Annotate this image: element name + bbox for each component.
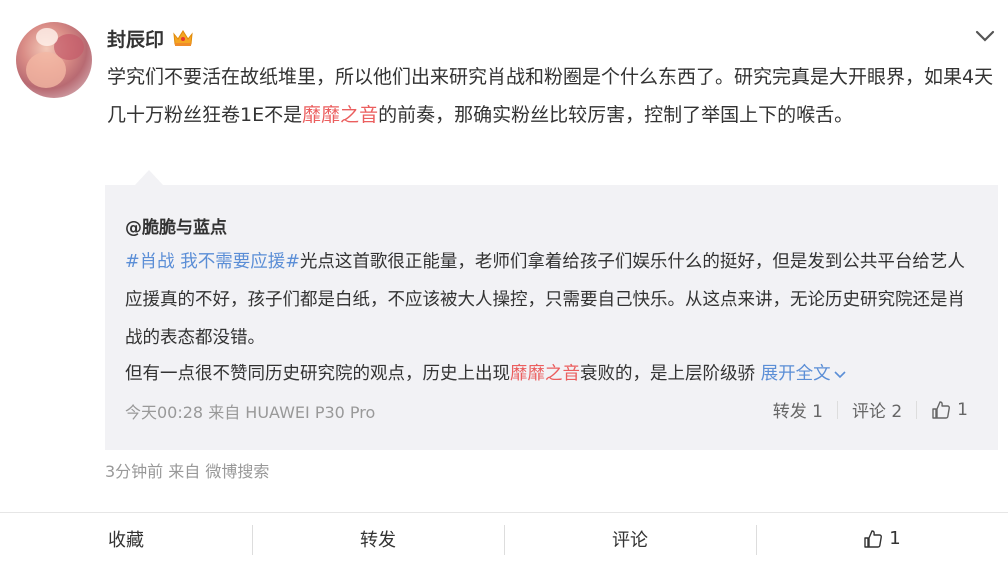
post-highlight: 靡靡之音 <box>302 104 379 126</box>
chevron-down-icon <box>834 371 846 379</box>
repost-card[interactable]: @脆脆与蓝点 #肖战 我不需要应援#光点这首歌很正能量，老师们拿着给孩子们娱乐什… <box>105 185 998 450</box>
comment-label: 评论 <box>612 529 648 551</box>
comment-button[interactable]: 评论 <box>504 513 756 564</box>
divider <box>836 400 838 419</box>
repost-line2: 但有一点很不赞同历史研究院的观点，历史上出现靡靡之音衰败的，是上层阶级骄 展开全… <box>125 355 847 393</box>
thumbs-up-icon <box>932 400 951 419</box>
crown-icon <box>172 28 194 48</box>
repost-like-count: 1 <box>957 399 968 420</box>
chevron-down-icon[interactable] <box>974 26 996 46</box>
repost-label: 转发 <box>360 529 396 551</box>
user-row: 封辰印 <box>107 23 194 53</box>
repost-arrow <box>135 170 163 185</box>
thumbs-up-icon <box>864 529 883 548</box>
post-meta: 3分钟前 来自 微博搜索 <box>105 462 270 481</box>
action-bar: 收藏 转发 评论 1 <box>0 512 1008 564</box>
avatar[interactable] <box>16 22 92 98</box>
repost-forward-button[interactable]: 转发 1 <box>773 397 823 422</box>
repost-button[interactable]: 转发 <box>252 513 504 564</box>
like-count: 1 <box>889 528 901 549</box>
post-text: 学究们不要活在故纸堆里，所以他们出来研究肖战和粉圈是个什么东西了。研究完真是大开… <box>107 58 997 134</box>
like-button[interactable]: 1 <box>756 513 1008 564</box>
repost-line2-text: 衰败的，是上层阶级骄 <box>580 364 755 384</box>
repost-actions: 转发 1 评论 2 1 <box>773 397 968 423</box>
repost-meta: 今天00:28 来自 HUAWEI P30 Pro <box>125 403 376 422</box>
avatar-shape <box>54 34 84 60</box>
favorite-label: 收藏 <box>108 529 144 551</box>
repost-author[interactable]: @脆脆与蓝点 <box>125 213 227 238</box>
expand-link[interactable]: 展开全文 <box>761 364 847 384</box>
favorite-button[interactable]: 收藏 <box>0 513 252 564</box>
repost-highlight: 靡靡之音 <box>510 364 580 384</box>
avatar-shape <box>36 28 58 46</box>
divider <box>916 400 918 419</box>
repost-comment-button[interactable]: 评论 2 <box>852 397 902 422</box>
topic-link[interactable]: #肖战 我不需要应援# <box>125 252 300 272</box>
repost-like-button[interactable]: 1 <box>931 400 968 420</box>
post-text-part: 的前奏，那确实粉丝比较厉害，控制了举国上下的喉舌。 <box>378 104 854 126</box>
repost-body: #肖战 我不需要应援#光点这首歌很正能量，老师们拿着给孩子们娱乐什么的挺好，但是… <box>125 243 980 357</box>
repost-line2-text: 但有一点很不赞同历史研究院的观点，历史上出现 <box>125 364 510 384</box>
expand-label: 展开全文 <box>760 364 831 384</box>
username[interactable]: 封辰印 <box>107 25 164 52</box>
